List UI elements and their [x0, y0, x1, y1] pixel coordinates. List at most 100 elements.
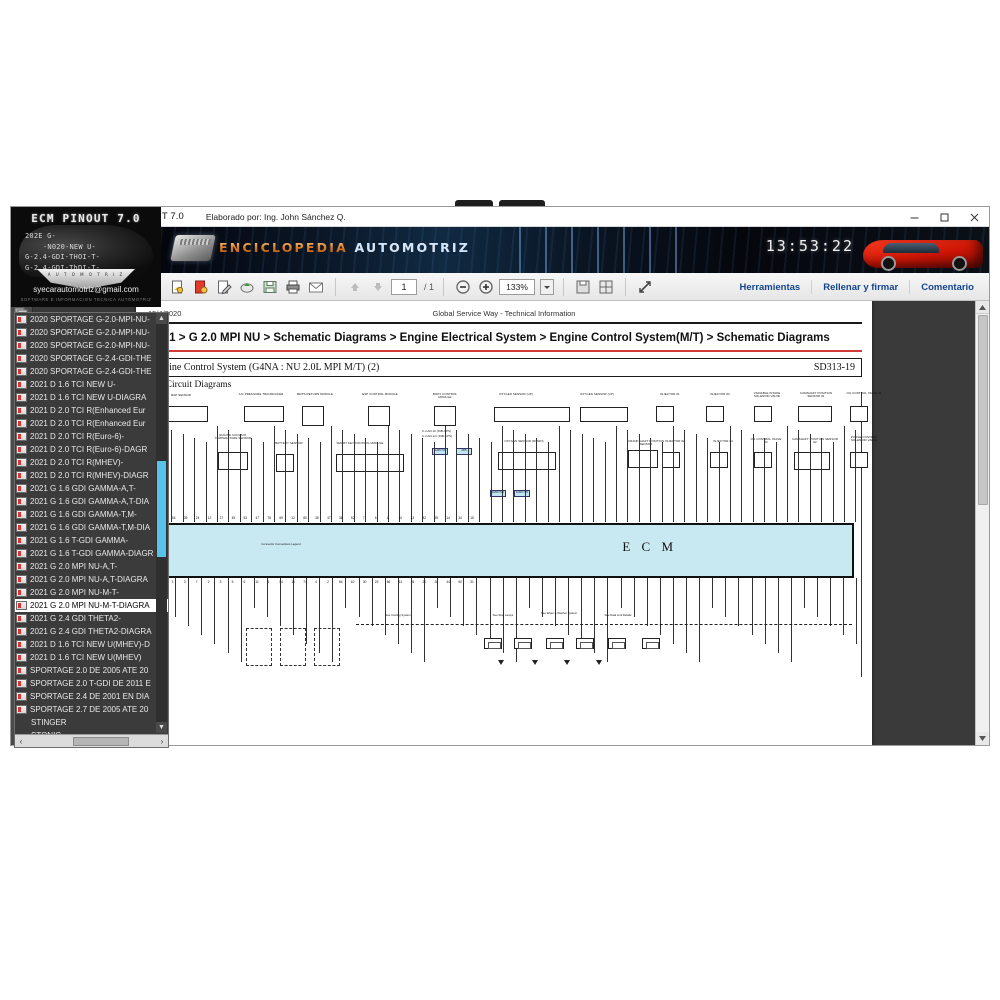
fullscreen-icon[interactable]: [635, 277, 655, 297]
screenshot-root: ENCICLOPEDIA ECM PINOUT 7.0 Elaborado po…: [0, 0, 1000, 1000]
tree-item[interactable]: 2021 G 1.6 GDI GAMMA-A,T-DIA: [15, 495, 168, 508]
scroll-down-arrow-icon[interactable]: [976, 732, 989, 745]
tree-item[interactable]: 2020 SPORTAGE G-2.4-GDI-THE: [15, 365, 168, 378]
tree-item[interactable]: 2021 G 2.0 MPI NU-A,T-: [15, 560, 168, 573]
export-pdf-icon[interactable]: [237, 277, 257, 297]
tree-scroll-down-arrow[interactable]: ▼: [156, 722, 167, 733]
dashed-connector-box: [280, 628, 306, 666]
tree-item[interactable]: 2021 G 2.0 MPI NU-M-T-DIAGRA: [15, 599, 168, 612]
next-page-icon[interactable]: [368, 277, 388, 297]
pdf-document-viewport[interactable]: 15/4/2020 Global Service Way - Technical…: [33, 301, 975, 745]
schematic-wire: [673, 426, 674, 522]
save-icon[interactable]: [260, 277, 280, 297]
tree-item[interactable]: 2021 D 2.0 TCI R(MHEV)-DIAGR: [15, 469, 168, 482]
tree-vertical-scrollbar[interactable]: ▲ ▼: [156, 313, 167, 733]
tree-item-label: 2021 D 2.0 TCI R(MHEV)-: [30, 458, 124, 467]
edit-pdf-icon[interactable]: [214, 277, 234, 297]
ecm-pin-number: 12: [291, 516, 295, 520]
tree-item[interactable]: 2020 SPORTAGE G-2.0-MPI-NU-: [15, 339, 168, 352]
print-icon[interactable]: [283, 277, 303, 297]
component-box-mdps: [302, 406, 324, 426]
tree-item[interactable]: SPORTAGE 2.0 T-GDI DE 2011 E: [15, 677, 168, 690]
tree-item[interactable]: 2021 G 1.6 T-GDI GAMMA-: [15, 534, 168, 547]
tree-item[interactable]: STINGER: [15, 716, 168, 729]
tree-item[interactable]: 2021 D 2.0 TCI R(Enhanced Eur: [15, 404, 168, 417]
tools-menu-button[interactable]: Herramientas: [728, 282, 811, 293]
tree-hscroll-right-arrow[interactable]: ›: [156, 737, 168, 746]
maximize-button[interactable]: [929, 207, 959, 227]
tree-item-list[interactable]: 2020 SPORTAGE G-2.0-MPI-NU- 2020 SPORTAGE…: [15, 313, 168, 747]
tree-item[interactable]: 2021 D 1.6 TCI NEW U(MHEV)-D: [15, 638, 168, 651]
schematic-wire: [388, 426, 389, 522]
tree-item[interactable]: SPORTAGE 2.7 DE 2005 ATE 20: [15, 703, 168, 716]
scrollbar-thumb[interactable]: [978, 315, 988, 505]
ecm-pin-number: 61: [398, 580, 403, 584]
fit-width-icon[interactable]: [596, 277, 616, 297]
tree-scroll-up-arrow[interactable]: ▲: [156, 313, 167, 324]
tree-item[interactable]: 2021 G 1.6 GDI GAMMA-T,M-DIA: [15, 521, 168, 534]
tree-item[interactable]: 2020 SPORTAGE G-2.4-GDI-THE: [15, 352, 168, 365]
tree-item[interactable]: 2021 G 1.6 GDI GAMMA-A,T-: [15, 482, 168, 495]
scroll-up-arrow-icon[interactable]: [976, 301, 989, 314]
tree-item[interactable]: 2021 D 2.0 TCI R(Euro-6)-: [15, 430, 168, 443]
tree-item[interactable]: SPORTAGE 2.0 DE 2005 ATE 20: [15, 664, 168, 677]
previous-page-icon[interactable]: [345, 277, 365, 297]
tree-item[interactable]: 2021 G 1.6 GDI GAMMA-T,M-: [15, 508, 168, 521]
tree-item[interactable]: 2021 D 2.0 TCI R(Euro-6)-DAGR: [15, 443, 168, 456]
tree-horizontal-scrollbar[interactable]: ‹ ›: [15, 734, 168, 747]
schematic-wire: [251, 438, 253, 522]
fill-and-sign-button[interactable]: Rellenar y firmar: [812, 282, 909, 293]
tree-item[interactable]: 2020 SPORTAGE G-2.0-MPI-NU-: [15, 313, 168, 326]
zoom-out-icon[interactable]: [453, 277, 473, 297]
zoom-level-input[interactable]: 133%: [499, 278, 536, 295]
tree-item[interactable]: SPORTAGE 2.4 DE 2001 EN DIA: [15, 690, 168, 703]
component-box-ocv-2: [754, 452, 772, 468]
page-number-input[interactable]: 1: [391, 278, 417, 295]
fit-page-icon[interactable]: [573, 277, 593, 297]
tree-scrollbar-thumb[interactable]: [157, 461, 166, 557]
schematic-wire: [285, 430, 287, 522]
schematic-wire: [775, 442, 777, 522]
chevron-down-icon[interactable]: [540, 278, 555, 295]
tree-item[interactable]: 2021 D 1.6 TCI NEW U-: [15, 378, 168, 391]
tree-item[interactable]: 2021 G 2.4 GDI THETA2-: [15, 612, 168, 625]
schematic-wire: [650, 438, 652, 522]
minimize-button[interactable]: [899, 207, 929, 227]
schematic-wire: [410, 434, 412, 522]
tree-item[interactable]: 2021 D 2.0 TCI R(Enhanced Eur: [15, 417, 168, 430]
close-button[interactable]: [959, 207, 989, 227]
document-vertical-scrollbar[interactable]: [975, 301, 989, 745]
tree-hscrollbar-thumb[interactable]: [73, 737, 129, 746]
view-mode-group: [568, 277, 621, 297]
toolbar-separator-4: [625, 277, 627, 296]
tree-item[interactable]: 2021 D 2.0 TCI R(MHEV)-: [15, 456, 168, 469]
file-icon: [16, 367, 27, 376]
schematic-wire: [707, 438, 709, 522]
tree-item[interactable]: 2021 D 1.6 TCI NEW U-DIAGRA: [15, 391, 168, 404]
tree-item[interactable]: 2021 D 1.6 TCI NEW U(MHEV): [15, 651, 168, 664]
create-pdf-icon[interactable]: [191, 277, 211, 297]
ecm-pin-number: 18: [470, 516, 474, 520]
tree-hscroll-left-arrow[interactable]: ‹: [15, 737, 27, 746]
ground-symbol: [532, 660, 538, 665]
comment-button[interactable]: Comentario: [910, 282, 985, 293]
tree-item[interactable]: 2021 G 2.0 MPI NU-M-T-: [15, 586, 168, 599]
file-icon: [16, 510, 27, 519]
schematic-wire: [365, 438, 367, 522]
tree-item[interactable]: 2021 G 2.0 MPI NU-A,T-DIAGRA: [15, 573, 168, 586]
ground-symbol: [564, 660, 570, 665]
open-file-icon[interactable]: [168, 277, 188, 297]
schematic-wire: [214, 578, 216, 644]
tree-item[interactable]: 2021 G 1.6 T-GDI GAMMA-DIAGR: [15, 547, 168, 560]
schematic-wire: [741, 430, 743, 522]
schematic-wire: [832, 442, 834, 522]
zoom-in-icon[interactable]: [476, 277, 496, 297]
vehicle-file-tree[interactable]: 2020 SPORTAGE G-2.0-MPI-NU- 2020 SPORTAGE…: [14, 312, 169, 748]
tree-item-label: 2021 D 2.0 TCI R(Enhanced Eur: [30, 406, 146, 415]
file-icon: [16, 497, 27, 506]
component-box-cmp-1: [798, 406, 832, 422]
email-icon[interactable]: [306, 277, 326, 297]
component-box-pcsv: [850, 452, 868, 468]
tree-item[interactable]: 2021 G 2.4 GDI THETA2-DIAGRA: [15, 625, 168, 638]
tree-item[interactable]: 2020 SPORTAGE G-2.0-MPI-NU-: [15, 326, 168, 339]
